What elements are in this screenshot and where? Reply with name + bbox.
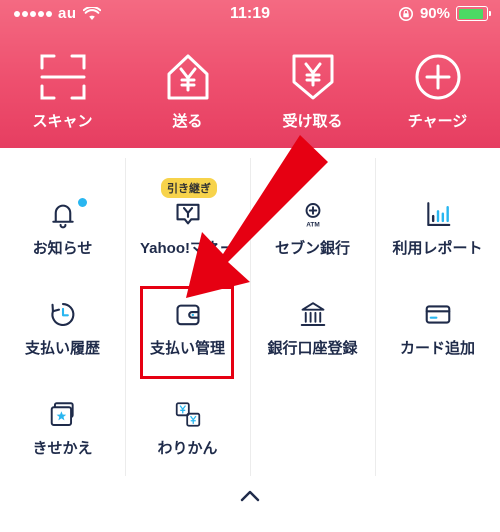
credit-card-icon [425,305,450,324]
menu-item-add-card[interactable]: カード追加 [375,258,500,358]
rotation-lock-icon [398,6,413,21]
menu-item-theme[interactable]: きせかえ [0,358,125,458]
chevron-up-icon[interactable] [236,486,264,506]
receive-yen-icon [292,54,333,100]
scan-button[interactable]: スキャン [0,52,125,131]
highlight-box [140,286,234,379]
clock-icon [50,302,74,326]
scan-label: スキャン [32,113,93,130]
menu-item-usage-report[interactable]: 利用レポート [375,158,500,258]
yahoo-money-icon [175,203,200,225]
battery-icon [456,6,491,21]
scan-icon [40,54,85,100]
plus-circle-icon [415,54,460,100]
menu-item-notifications[interactable]: お知らせ [0,158,125,258]
menu-item-label: Yahoo!マネー [139,240,235,257]
menu-item-bank-account[interactable]: 銀行口座登録 [250,258,375,358]
send-yen-icon [167,54,208,100]
svg-text:ATM: ATM [306,222,319,229]
split-bill-icon [175,402,200,427]
menu-item-label: きせかえ [32,440,93,457]
battery-percent: 90% [419,5,450,22]
notification-dot [78,198,87,207]
menu-item-label: 利用レポート [392,240,483,257]
bar-chart-icon [426,202,450,227]
menu-item-seven-bank[interactable]: ATM セブン銀行 [250,158,375,258]
status-bar: au 11:19 90% [0,0,500,30]
receive-label: 受け取る [282,113,343,130]
menu-item-yahoo-money[interactable]: 引き継ぎ Yahoo!マネー [125,158,250,258]
menu-item-label: 支払い履歴 [24,340,100,357]
send-button[interactable]: 送る [125,52,250,131]
menu-item-payment-history[interactable]: 支払い履歴 [0,258,125,358]
menu-item-label: セブン銀行 [274,240,350,257]
charge-label: チャージ [407,113,468,130]
receive-button[interactable]: 受け取る [250,52,375,131]
menu-item-label: カード追加 [399,340,475,357]
send-label: 送る [172,113,203,130]
atm-icon: ATM [305,203,320,229]
theme-icon [50,402,74,426]
takeover-badge: 引き継ぎ [161,178,217,198]
bank-icon [300,302,325,326]
status-right: 90% [398,5,491,22]
menu-item-label: 銀行口座登録 [267,340,358,357]
menu-item-label: お知らせ [32,240,93,257]
menu-item-label: わりかん [157,440,218,457]
charge-button[interactable]: チャージ [375,52,500,131]
top-action-bar: スキャン 送る 受け取る チャージ [0,52,500,131]
bell-icon [51,204,74,229]
